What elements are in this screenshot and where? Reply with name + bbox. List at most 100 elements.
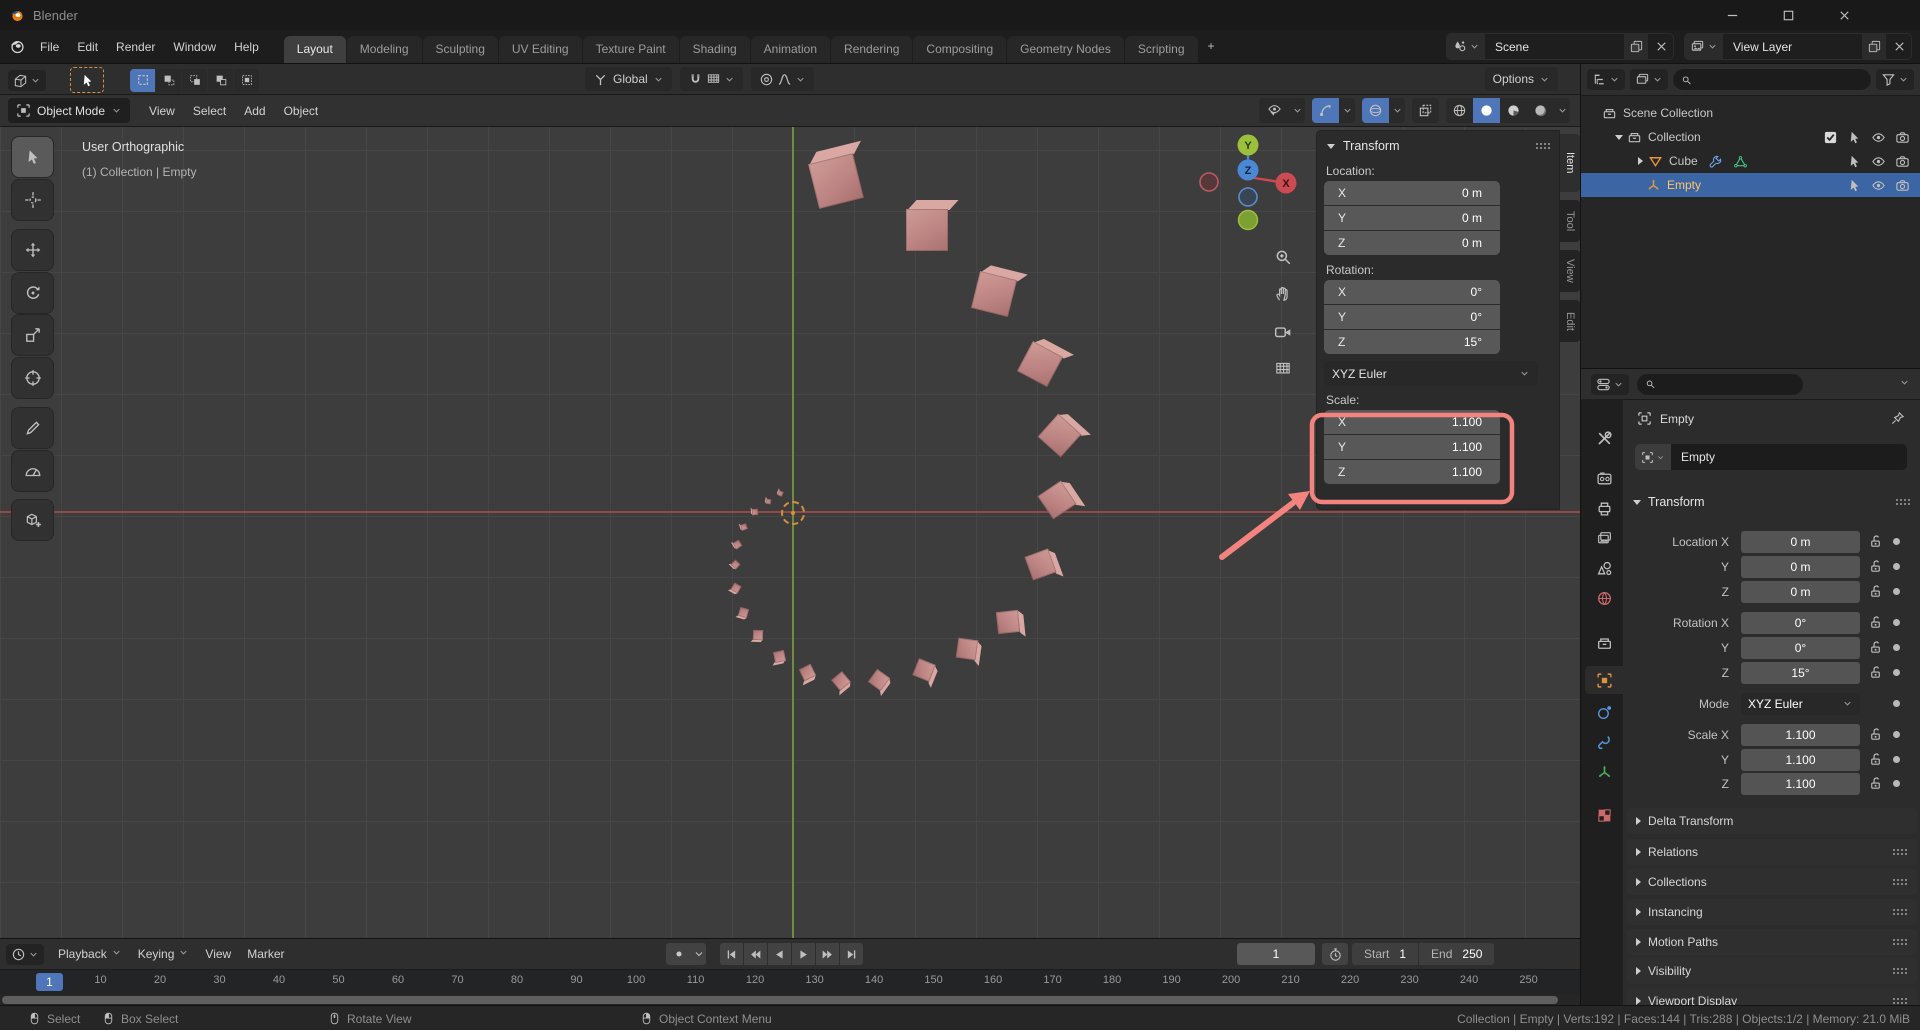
xray-toggle[interactable] — [1412, 98, 1439, 123]
panel-motion-paths[interactable]: Motion Paths — [1627, 929, 1917, 955]
measure-tool-button[interactable] — [12, 451, 53, 491]
viewport-menu-object[interactable]: Object — [275, 100, 328, 122]
property-value-field[interactable]: 0° — [1741, 611, 1860, 634]
lock-open-icon[interactable] — [1868, 534, 1884, 550]
scene-browse-button[interactable] — [1447, 34, 1485, 59]
outliner-row-empty[interactable]: Empty — [1581, 173, 1920, 197]
property-value-field[interactable]: 1.100 — [1741, 723, 1860, 746]
transform-location-y[interactable]: Y 0 m — [1324, 206, 1500, 230]
panel-grip-icon[interactable] — [1895, 498, 1911, 506]
menu-file[interactable]: File — [31, 36, 68, 58]
outliner-filter-dropdown[interactable] — [1876, 69, 1914, 90]
transform-location-z[interactable]: Z 0 m — [1324, 231, 1500, 255]
property-value-field[interactable]: 1.100 — [1741, 748, 1860, 771]
timeline-menu-marker[interactable]: Marker — [239, 943, 292, 965]
transform-panel-header[interactable]: Transform — [1633, 495, 1911, 509]
properties-tab-scene[interactable] — [1585, 554, 1623, 582]
frame-start-field[interactable]: Start 1 — [1352, 943, 1419, 965]
select-mode-sel-extend[interactable] — [182, 68, 207, 92]
lock-open-icon[interactable] — [1868, 559, 1884, 575]
workspace-tab-compositing[interactable]: Compositing — [913, 36, 1007, 63]
jump-to-end-button[interactable] — [840, 943, 863, 965]
sidebar-tab-item[interactable]: Item — [1560, 134, 1580, 192]
property-value-field[interactable]: XYZ Euler — [1741, 692, 1860, 715]
array-cube[interactable] — [995, 609, 1026, 637]
shading-material-button[interactable] — [1500, 98, 1527, 123]
animate-dot[interactable] — [1893, 669, 1900, 676]
properties-tab-tool[interactable] — [1585, 424, 1623, 452]
select-mode-sel-new[interactable] — [156, 68, 181, 92]
array-cube[interactable] — [906, 200, 959, 251]
properties-tab-collection[interactable] — [1585, 629, 1623, 657]
array-cube[interactable] — [831, 671, 851, 696]
array-cube[interactable] — [727, 582, 742, 594]
camera-view-button[interactable] — [1266, 315, 1300, 349]
outliner-row-cube[interactable]: Cube — [1581, 149, 1920, 173]
sidebar-tab-edit[interactable]: Edit — [1560, 300, 1580, 342]
properties-tab-constraints[interactable] — [1585, 728, 1623, 756]
timeline-editor-dropdown[interactable] — [6, 943, 44, 965]
transform-orientation-dropdown[interactable]: Global — [585, 67, 672, 91]
workspace-tab-animation[interactable]: Animation — [750, 36, 831, 63]
scale-tool-button[interactable] — [12, 315, 53, 355]
scene-new-copy-button[interactable] — [1624, 34, 1648, 59]
lock-open-icon[interactable] — [1868, 727, 1884, 743]
select-mode-sel-intersect[interactable] — [234, 68, 259, 92]
timeline-ruler[interactable]: 1 10 20 30 40 50 60 70 80 90 100 110 120 130 140 150 16… — [0, 970, 1580, 994]
menu-render[interactable]: Render — [107, 36, 164, 58]
workspace-tab-sculpting[interactable]: Sculpting — [422, 36, 498, 63]
property-value-field[interactable]: 15° — [1741, 661, 1860, 684]
breadcrumb-object-name[interactable]: Empty — [1660, 412, 1694, 426]
array-cube[interactable] — [734, 606, 749, 619]
object-name-browse-button[interactable] — [1635, 444, 1671, 470]
transform-scale-y[interactable]: Y 1.100 — [1324, 435, 1500, 459]
select-arrow-icon[interactable] — [1847, 153, 1862, 168]
array-cube[interactable] — [1023, 547, 1064, 581]
pin-icon[interactable] — [1890, 411, 1905, 426]
camera-icon[interactable] — [1895, 129, 1910, 144]
select-box-tool-button[interactable] — [12, 137, 53, 177]
menu-edit[interactable]: Edit — [68, 36, 107, 58]
array-cube[interactable] — [1037, 480, 1086, 520]
scene-selector[interactable]: Scene — [1446, 33, 1674, 60]
navigation-axis-gizmo[interactable]: Y Z X — [1198, 133, 1298, 233]
visibility-dropdown[interactable] — [1259, 98, 1305, 123]
animate-dot[interactable] — [1893, 644, 1900, 651]
properties-search[interactable] — [1637, 373, 1803, 395]
animate-dot[interactable] — [1893, 756, 1900, 763]
close-button[interactable] — [1824, 0, 1864, 30]
array-cube[interactable] — [750, 507, 759, 516]
outliner-search[interactable] — [1673, 69, 1871, 90]
workspace-tab-modeling[interactable]: Modeling — [346, 36, 422, 63]
select-arrow-icon[interactable] — [1847, 177, 1862, 192]
proportional-edit-controls[interactable] — [750, 67, 814, 91]
panel-relations[interactable]: Relations — [1627, 839, 1917, 865]
view-layer-new-copy-button[interactable] — [1862, 34, 1886, 59]
frame-end-field[interactable]: End 250 — [1419, 943, 1495, 965]
view-layer-name[interactable]: View Layer — [1723, 40, 1861, 54]
transform-tool-button[interactable] — [12, 358, 53, 398]
camera-icon[interactable] — [1895, 153, 1910, 168]
property-value-field[interactable]: 0 m — [1741, 530, 1860, 553]
outliner-editor-dropdown[interactable] — [1587, 69, 1625, 90]
timeline-menu-view[interactable]: View — [197, 943, 239, 965]
animate-dot[interactable] — [1893, 588, 1900, 595]
array-cube[interactable] — [764, 496, 771, 504]
select-mode-sel-subtract[interactable] — [208, 68, 233, 92]
properties-tab-texture[interactable] — [1585, 801, 1623, 829]
play-reverse-button[interactable] — [768, 943, 791, 965]
property-value-field[interactable]: 1.100 — [1741, 772, 1860, 795]
workspace-tab-texture-paint[interactable]: Texture Paint — [582, 36, 679, 63]
animate-dot[interactable] — [1893, 731, 1900, 738]
array-cube[interactable] — [1037, 413, 1091, 457]
properties-tab-render[interactable] — [1585, 464, 1623, 492]
view-layer-browse-button[interactable] — [1685, 34, 1723, 59]
panel-delta-transform[interactable]: Delta Transform — [1627, 808, 1917, 834]
outliner-search-input[interactable] — [1696, 71, 1863, 88]
outliner-row-collection[interactable]: Collection — [1581, 125, 1920, 149]
viewport-menu-select[interactable]: Select — [184, 100, 235, 122]
workspace-tab-shading[interactable]: Shading — [679, 36, 750, 63]
outliner-row-scene-collection[interactable]: Scene Collection — [1581, 101, 1920, 125]
lock-open-icon[interactable] — [1868, 776, 1884, 792]
array-cube[interactable] — [738, 523, 748, 531]
